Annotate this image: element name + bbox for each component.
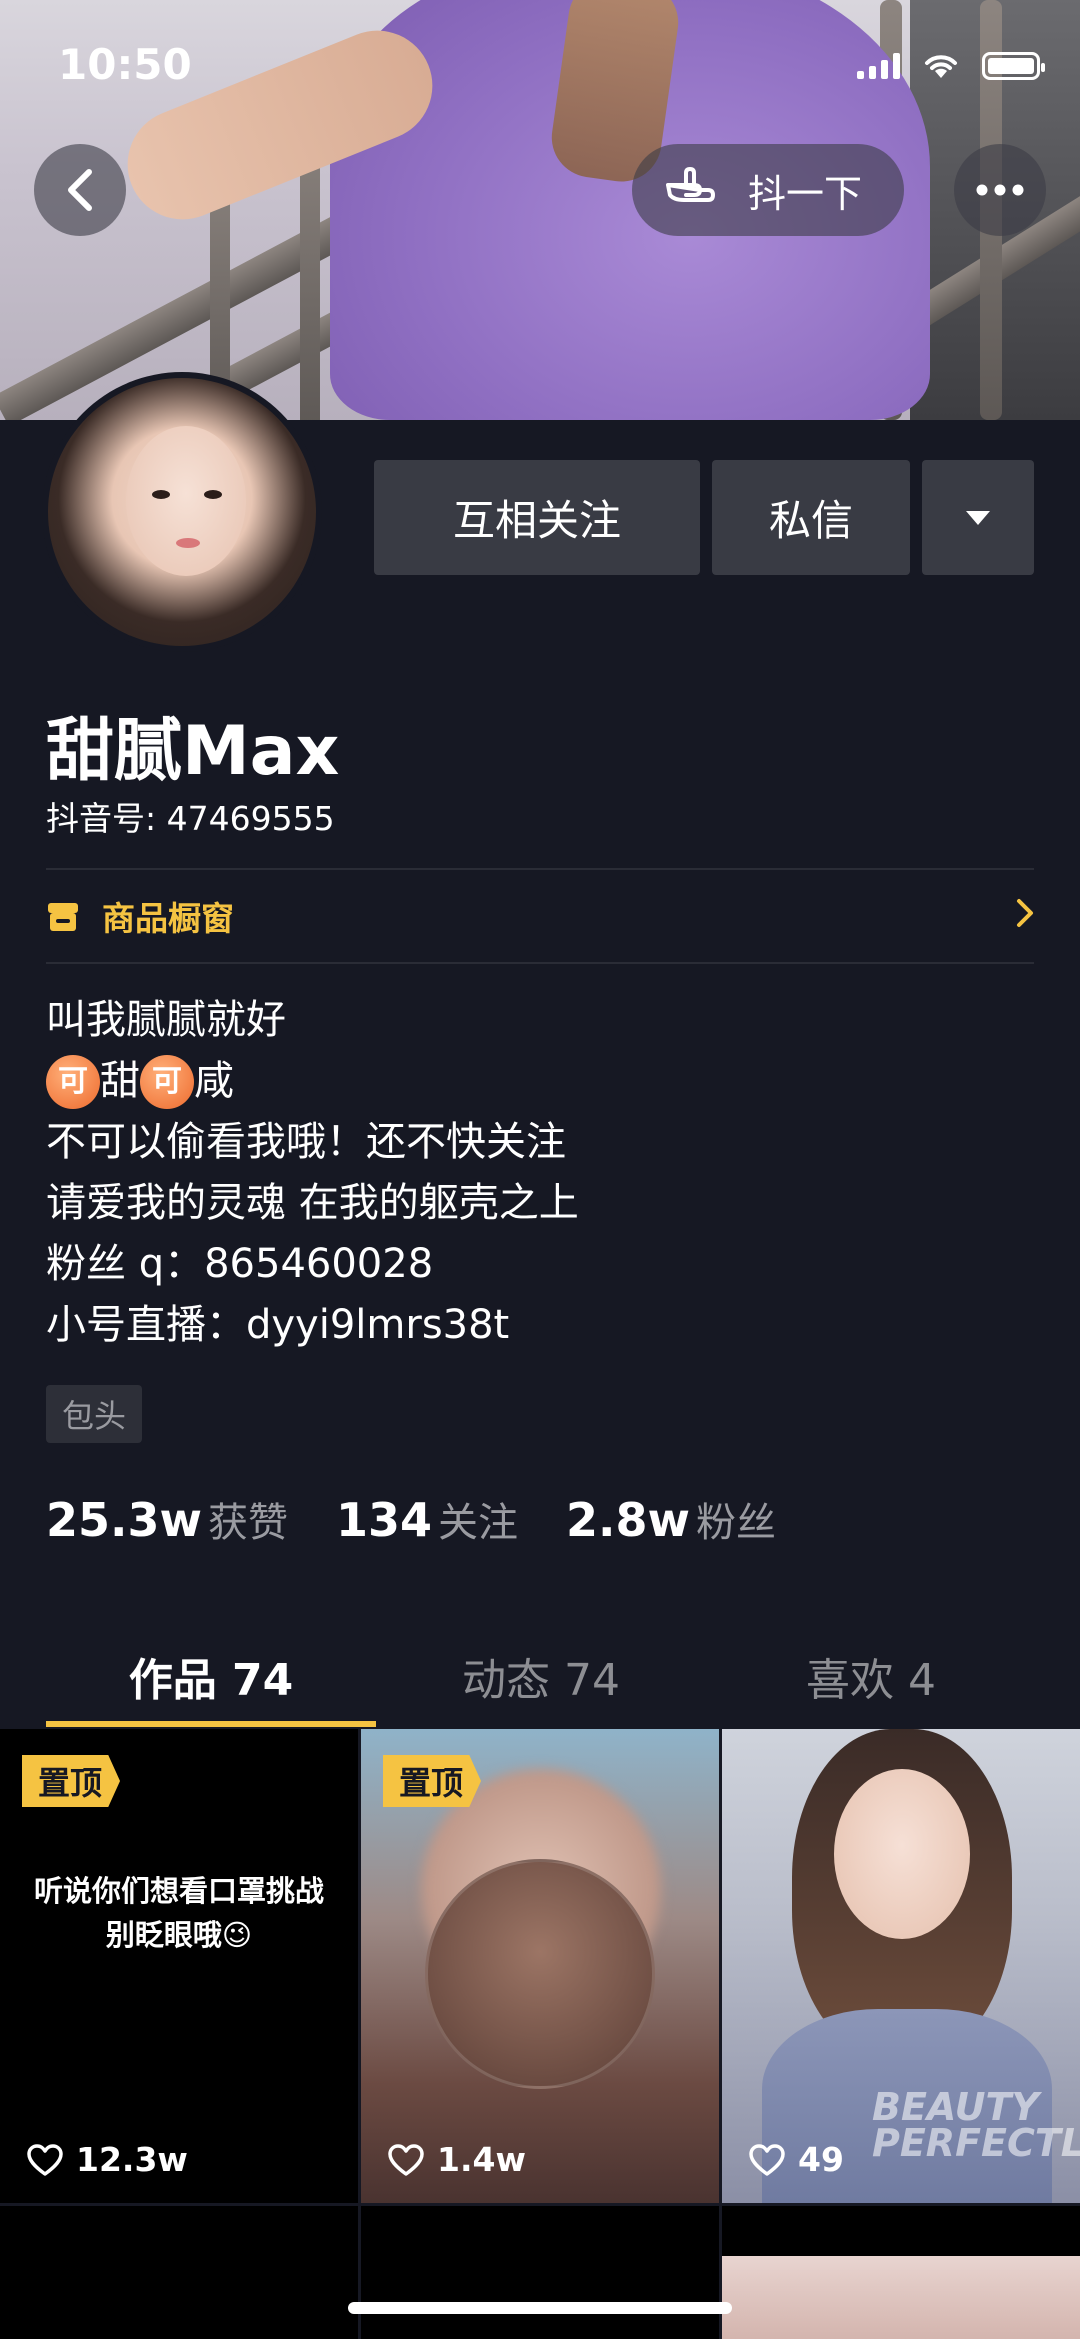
chevron-right-icon [1017, 899, 1033, 927]
stat-value: 25.3w [46, 1493, 202, 1547]
caption-line: 听说你们想看口罩挑战 [33, 1874, 324, 1908]
stat-value: 2.8w [566, 1493, 691, 1547]
ke-emoji-icon: 可 [46, 1054, 100, 1109]
likes-count: 12.3w [76, 2140, 188, 2179]
douyin-id: 抖音号: 47469555 [46, 799, 335, 838]
tab-moments[interactable]: 动态 74 [376, 1620, 706, 1730]
home-indicator[interactable] [348, 2302, 732, 2314]
following-stat[interactable]: 134 关注 [336, 1490, 518, 1548]
video-likes: 12.3w [26, 2140, 188, 2179]
video-thumbnail[interactable] [361, 2206, 719, 2339]
video-thumbnail[interactable] [0, 2206, 358, 2339]
wifi-icon [925, 55, 957, 78]
video-overlay-text: BEAUTY PERFECTLY [872, 2085, 1080, 2165]
heart-icon [388, 2143, 424, 2176]
divider [46, 962, 1034, 964]
status-indicators [857, 52, 1045, 80]
tab-bar: 作品 74 动态 74 喜欢 4 [0, 1620, 1080, 1730]
more-dots-icon [976, 184, 1024, 196]
shop-icon [48, 903, 78, 931]
likes-count: 49 [798, 2140, 844, 2179]
tab-indicator [46, 1721, 376, 1727]
tab-likes[interactable]: 喜欢 4 [706, 1620, 1036, 1730]
status-time: 10:50 [58, 40, 192, 89]
heart-icon [749, 2143, 785, 2176]
video-thumbnail[interactable]: 置顶 听说你们想看口罩挑战 别眨眼哦😉 12.3w [0, 1729, 358, 2203]
nickname: 甜腻Max [46, 712, 340, 791]
video-thumbnail[interactable]: BEAUTY PERFECTLY 49 [722, 1729, 1080, 2203]
more-button[interactable] [954, 144, 1046, 236]
location-tag: 包头 [46, 1385, 143, 1443]
stat-value: 134 [336, 1493, 433, 1547]
pointing-hand-icon [666, 167, 715, 202]
video-thumbnail[interactable]: 置顶 1.4w [361, 1729, 719, 2203]
video-caption: 听说你们想看口罩挑战 别眨眼哦😉 [0, 1869, 358, 1957]
shop-window-label: 商品橱窗 [102, 899, 234, 938]
stat-label: 粉丝 [696, 1500, 777, 1546]
bio: 叫我腻腻就好 可甜可咸 不可以偷看我哦！还不快关注 请爱我的灵魂 在我的躯壳之上… [46, 990, 579, 1356]
followers-stat[interactable]: 2.8w 粉丝 [566, 1490, 776, 1548]
likes-stat: 25.3w 获赞 [46, 1490, 288, 1548]
avatar[interactable] [42, 372, 322, 652]
tab-works[interactable]: 作品 74 [46, 1620, 376, 1730]
poke-label: 抖一下 [748, 171, 863, 216]
chevron-left-icon [68, 169, 92, 211]
shop-window-row[interactable]: 商品橱窗 [46, 870, 1034, 962]
bio-line: 不可以偷看我哦！还不快关注 [46, 1119, 566, 1165]
caption-line: 别眨眼哦😉 [105, 1918, 253, 1952]
battery-icon [982, 52, 1045, 80]
stats-row: 25.3w 获赞 134 关注 2.8w 粉丝 [46, 1490, 776, 1548]
bio-line: 可甜可咸 [46, 1051, 579, 1112]
bio-line: 粉丝 q：865460028 [46, 1241, 434, 1287]
dropdown-button[interactable] [922, 460, 1034, 575]
mutual-follow-button[interactable]: 互相关注 [374, 460, 700, 575]
video-likes: 49 [748, 2140, 844, 2179]
bio-line: 叫我腻腻就好 [46, 997, 286, 1043]
stat-label: 获赞 [208, 1500, 288, 1546]
message-button[interactable]: 私信 [712, 460, 910, 575]
bio-text: 甜 [100, 1058, 140, 1104]
video-likes: 1.4w [387, 2140, 526, 2179]
status-bar: 10:50 [0, 0, 1080, 130]
poke-button[interactable]: 抖一下 [632, 144, 904, 236]
video-thumbnail[interactable] [722, 2206, 1080, 2339]
signal-icon [857, 53, 900, 79]
likes-count: 1.4w [437, 2140, 526, 2179]
bio-line: 请爱我的灵魂 在我的躯壳之上 [46, 1180, 579, 1226]
pinned-badge: 置顶 [22, 1755, 121, 1807]
caret-down-icon [966, 510, 990, 525]
stat-label: 关注 [438, 1500, 519, 1546]
pinned-badge: 置顶 [383, 1755, 482, 1807]
back-button[interactable] [34, 144, 126, 236]
ke-emoji-icon: 可 [140, 1054, 194, 1109]
heart-icon [27, 2143, 63, 2176]
bio-text: 咸 [194, 1058, 234, 1104]
bio-line: 小号直播：dyyi9lmrs38t [46, 1302, 510, 1348]
